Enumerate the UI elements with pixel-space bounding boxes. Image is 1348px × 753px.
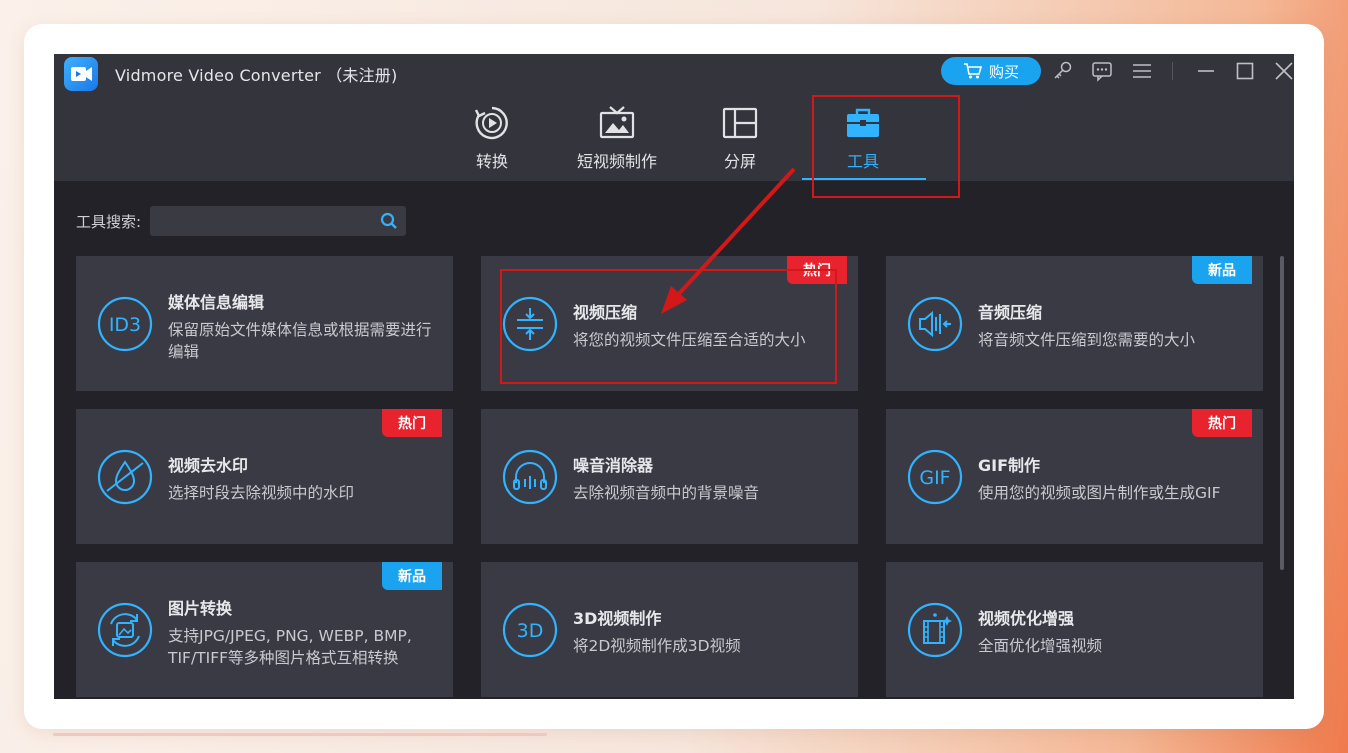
tool-card-watermark-remover[interactable]: 视频去水印 选择时段去除视频中的水印 热门 [76,409,453,544]
toolbox-icon [847,108,879,137]
feedback-icon[interactable] [1090,60,1114,82]
tab-label: 转换 [475,152,508,171]
buy-button[interactable]: 购买 [941,57,1041,85]
tool-desc: 选择时段去除视频中的水印 [168,484,355,502]
minimize-icon[interactable] [1194,60,1218,82]
tool-desc: 将2D视频制作成3D视频 [573,637,741,655]
tab-label: 短视频制作 [576,152,657,171]
tool-card-media-metadata[interactable]: ID3 媒体信息编辑 保留原始文件媒体信息或根据需要进行编辑 [76,256,453,391]
app-title: Vidmore Video Converter （未注册) [115,66,398,85]
tool-desc: 去除视频音频中的背景噪音 [573,484,760,502]
3d-icon: 3D [502,602,558,658]
close-icon[interactable] [1272,60,1294,82]
hot-badge: 热门 [1192,409,1252,437]
tool-card-image-converter[interactable]: 图片转换 支持JPG/JPEG, PNG, WEBP, BMP, TIF/TIF… [76,562,453,697]
tool-name: 音频压缩 [978,303,1043,322]
tool-name: 3D视频制作 [573,609,662,628]
search-icon[interactable] [380,212,398,230]
active-tab-indicator [802,178,926,180]
tab-convert[interactable]: 转换 [467,104,517,176]
hot-badge: 热门 [787,256,847,284]
tool-name: 视频压缩 [573,303,638,322]
decorative-line [53,733,547,736]
buy-label: 购买 [988,62,1019,81]
new-badge: 新品 [382,562,442,590]
cart-icon [963,63,983,79]
tool-desc: 全面优化增强视频 [978,637,1103,655]
collage-icon [722,107,758,139]
tool-card-3d-maker[interactable]: 3D 3D视频制作 将2D视频制作成3D视频 [481,562,858,697]
tool-card-video-compressor[interactable]: 视频压缩 将您的视频文件压缩至合适的大小 热门 [481,256,858,391]
maximize-icon[interactable] [1233,60,1257,82]
tool-desc: 将您的视频文件压缩至合适的大小 [573,331,806,349]
image-convert-icon [97,602,153,658]
watermark-remove-icon [97,449,153,505]
tool-desc: 保留原始文件媒体信息或根据需要进行编辑 [168,321,432,361]
tool-name: 视频优化增强 [978,609,1075,628]
tool-card-noise-remover[interactable]: 噪音消除器 去除视频音频中的背景噪音 [481,409,858,544]
tool-card-gif-maker[interactable]: GIF GIF制作 使用您的视频或图片制作或生成GIF 热门 [886,409,1263,544]
svg-text:GIF: GIF [919,467,950,489]
tool-card-audio-compressor[interactable]: 音频压缩 将音频文件压缩到您需要的大小 新品 [886,256,1263,391]
gif-icon: GIF [907,449,963,505]
tab-toolbox[interactable]: 工具 [838,104,888,176]
tab-label: 工具 [846,152,879,171]
tool-name: 图片转换 [168,599,233,618]
mv-icon [599,106,635,139]
search-input[interactable] [150,206,372,236]
compress-icon [502,296,558,352]
tool-name: 噪音消除器 [573,456,654,475]
audio-compress-icon [907,296,963,352]
svg-text:3D: 3D [517,620,544,642]
tab-collage[interactable]: 分屏 [715,104,765,176]
menu-icon[interactable] [1130,60,1154,82]
tool-name: 媒体信息编辑 [168,293,265,312]
hot-badge: 热门 [382,409,442,437]
convert-icon [474,106,508,140]
id3-icon: ID3 [97,296,153,352]
app-logo-icon [64,57,98,91]
title-bar: Vidmore Video Converter （未注册) 购买 转换 短视频制… [54,54,1294,181]
tool-desc: 使用您的视频或图片制作或生成GIF [978,484,1221,502]
tool-name: 视频去水印 [168,456,249,475]
tool-name: GIF制作 [978,456,1041,475]
svg-text:ID3: ID3 [109,314,141,336]
tool-desc: 将音频文件压缩到您需要的大小 [978,331,1196,349]
tool-desc: 支持JPG/JPEG, PNG, WEBP, BMP, TIF/TIFF等多种图… [168,627,412,667]
titlebar-separator [1172,62,1173,80]
tab-mv[interactable]: 短视频制作 [572,104,662,176]
search-label: 工具搜索: [76,213,142,231]
tool-card-video-enhancer[interactable]: 视频优化增强 全面优化增强视频 [886,562,1263,697]
enhance-icon [907,602,963,658]
app-window: Vidmore Video Converter （未注册) 购买 转换 短视频制… [54,54,1294,699]
headphones-icon [502,449,558,505]
tab-label: 分屏 [723,152,756,171]
key-icon[interactable] [1051,60,1075,82]
scrollbar[interactable] [1280,256,1284,570]
search-field [150,206,406,236]
new-badge: 新品 [1192,256,1252,284]
